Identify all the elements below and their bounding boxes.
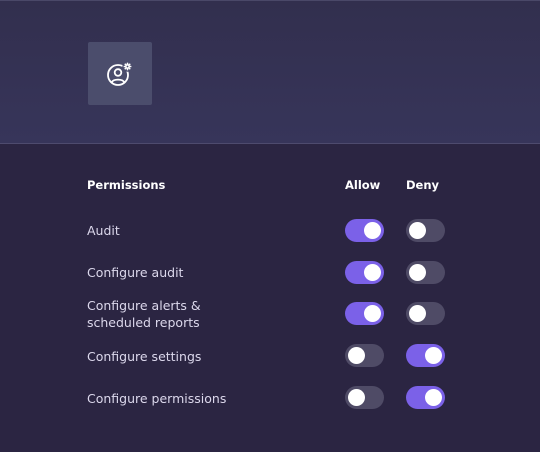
permission-label-configure-audit: Configure audit	[87, 265, 184, 280]
user-settings-icon	[106, 60, 134, 88]
toggle-knob	[409, 264, 426, 281]
toggle-configure-permissions-allow[interactable]	[345, 386, 384, 409]
toggle-knob	[409, 222, 426, 239]
toggle-knob	[425, 347, 442, 364]
toggle-knob	[364, 305, 381, 322]
user-avatar-tile	[88, 42, 152, 105]
permission-label-configure-alerts: Configure alerts & scheduled reports	[87, 297, 287, 331]
toggle-knob	[364, 264, 381, 281]
toggle-configure-alerts-deny[interactable]	[406, 302, 445, 325]
permission-label-line: Configure alerts &	[87, 298, 201, 313]
toggle-configure-permissions-deny[interactable]	[406, 386, 445, 409]
column-header-deny: Deny	[406, 178, 440, 192]
toggle-audit-allow[interactable]	[345, 219, 384, 242]
toggle-configure-settings-allow[interactable]	[345, 344, 384, 367]
column-header-allow: Allow	[345, 178, 381, 192]
toggle-configure-audit-deny[interactable]	[406, 261, 445, 284]
permission-label-line: scheduled reports	[87, 315, 200, 330]
permission-label-audit: Audit	[87, 223, 120, 238]
toggle-configure-alerts-allow[interactable]	[345, 302, 384, 325]
toggle-audit-deny[interactable]	[406, 219, 445, 242]
toggle-knob	[348, 347, 365, 364]
permission-label-configure-permissions: Configure permissions	[87, 391, 227, 406]
toggle-knob	[409, 305, 426, 322]
toggle-knob	[364, 222, 381, 239]
toggle-configure-settings-deny[interactable]	[406, 344, 445, 367]
toggle-knob	[425, 389, 442, 406]
toggle-configure-audit-allow[interactable]	[345, 261, 384, 284]
column-header-permissions: Permissions	[87, 178, 166, 192]
permission-label-configure-settings: Configure settings	[87, 349, 202, 364]
toggle-knob	[348, 389, 365, 406]
header-banner	[0, 0, 540, 144]
